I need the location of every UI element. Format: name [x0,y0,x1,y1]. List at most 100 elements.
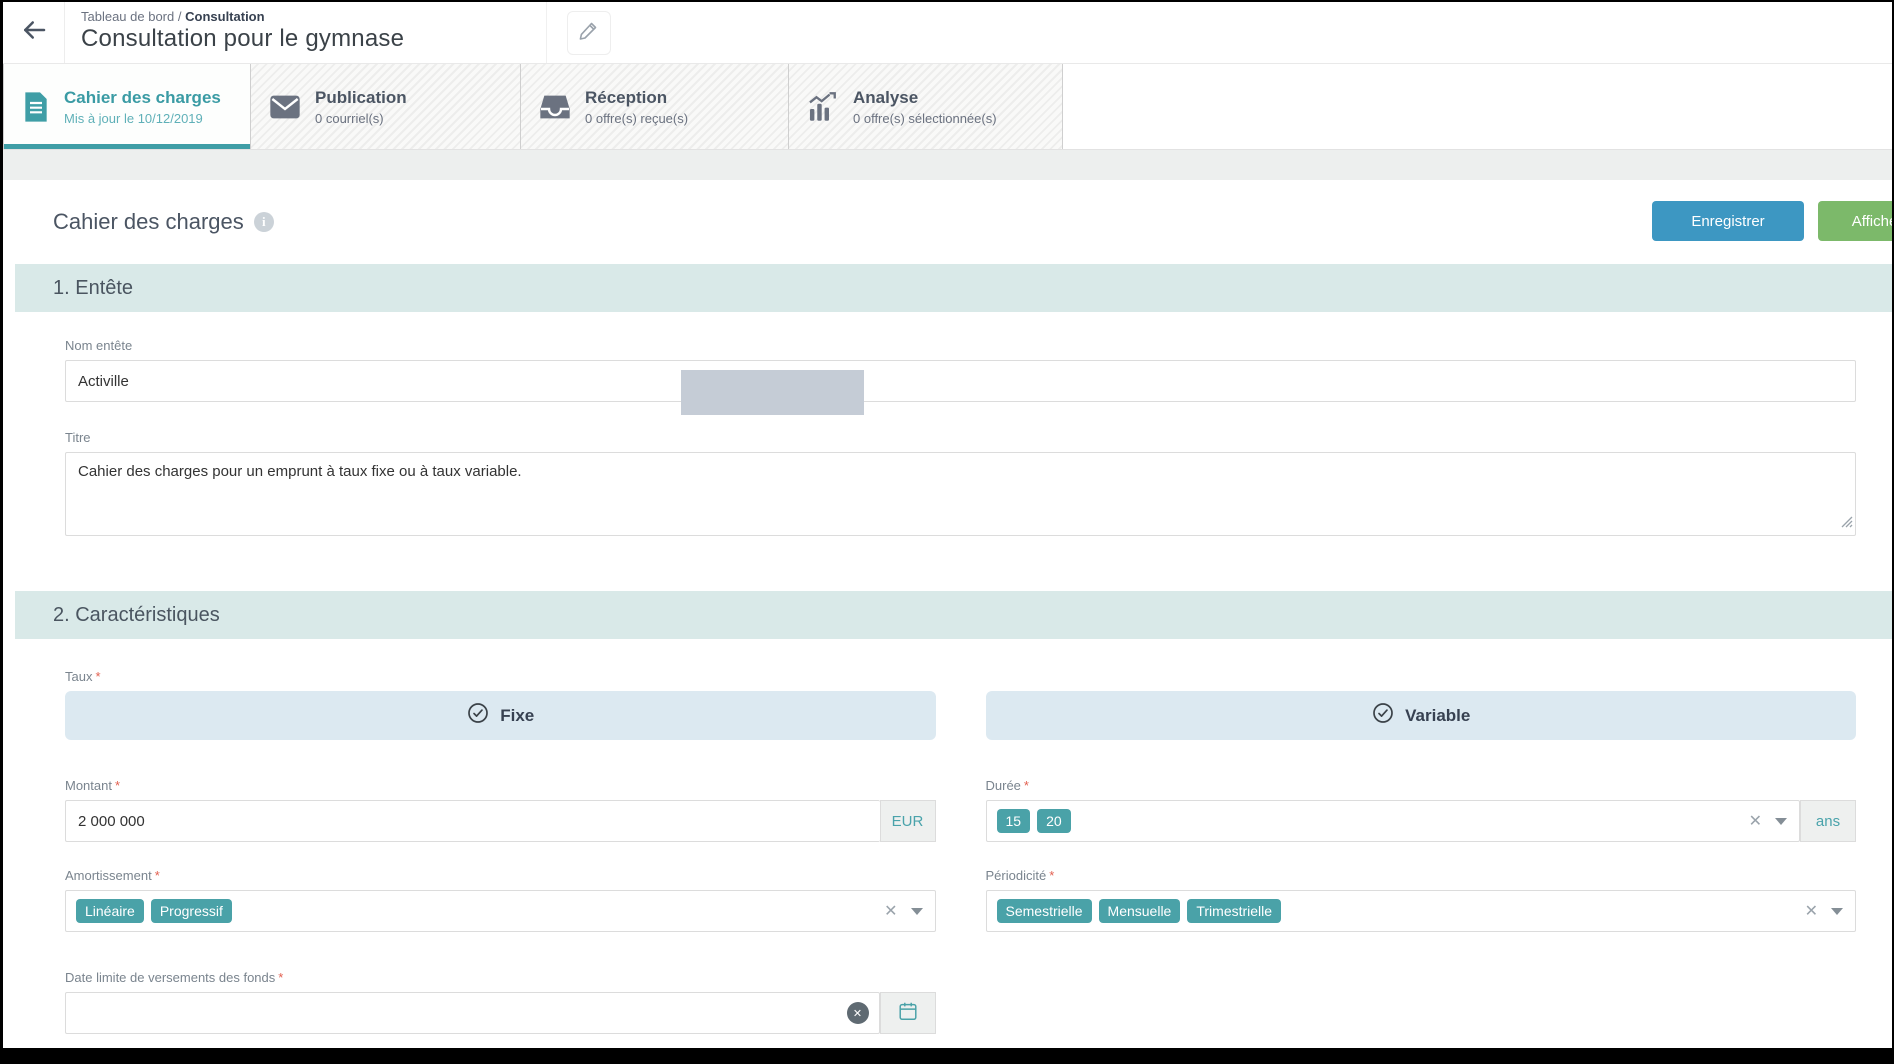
section-caracteristiques-fields: Taux* Fixe [15,669,1892,1034]
taux-options: Fixe Variable [65,691,1856,740]
tab-cahier-des-charges[interactable]: Cahier des charges Mis à jour le 10/12/2… [3,64,251,149]
tab-reception[interactable]: Réception 0 offre(s) reçue(s) [521,64,789,149]
breadcrumb: Tableau de bord / Consultation [81,9,546,24]
required-mark: * [155,868,160,883]
cahier-des-charges-panel: Cahier des charges i Enregistrer Affiche… [15,180,1892,1048]
back-button[interactable] [3,2,65,63]
nom-entete-field: Nom entête [65,338,1856,402]
required-mark: * [278,970,283,985]
date-limite-input[interactable]: ✕ [65,992,880,1034]
duree-tag[interactable]: 15 [997,809,1031,833]
required-mark: * [115,778,120,793]
tab-label: Réception [585,87,688,108]
panel-title: Cahier des charges [53,209,244,235]
breadcrumb-consultation[interactable]: Consultation [185,9,264,24]
clear-icon[interactable]: ✕ [1745,811,1766,831]
page-header: Tableau de bord / Consultation Consultat… [3,2,1892,64]
periodicite-multiselect[interactable]: Semestrielle Mensuelle Trimestrielle ✕ [986,890,1857,932]
amortissement-periodicite-row: Amortissement* Linéaire Progressif ✕ Pér… [65,868,1856,932]
section-entete-title: 1. Entête [53,277,133,300]
clear-icon[interactable]: ✕ [880,901,901,921]
periodicite-tag[interactable]: Mensuelle [1099,899,1181,923]
duree-field: Durée* 15 20 ✕ ans [986,778,1857,842]
screenshot-frame: Tableau de bord / Consultation Consultat… [0,0,1894,1064]
duree-label-text: Durée [986,778,1021,793]
tab-label: Analyse [853,87,997,108]
tab-subtitle: 0 courriel(s) [315,111,407,126]
duree-input-group: 15 20 ✕ ans [986,800,1857,842]
breadcrumb-separator: / [178,9,182,24]
chevron-down-icon[interactable] [1831,908,1843,915]
amortissement-field: Amortissement* Linéaire Progressif ✕ [65,868,936,932]
periodicite-tag[interactable]: Semestrielle [997,899,1092,923]
taux-variable-label: Variable [1405,706,1470,726]
tab-analyse[interactable]: Analyse 0 offre(s) sélectionnée(s) [789,64,1063,149]
tab-bar: Cahier des charges Mis à jour le 10/12/2… [3,64,1892,150]
show-button[interactable]: Afficher [1818,201,1892,241]
taux-option-fixe[interactable]: Fixe [65,691,936,740]
taux-option-variable[interactable]: Variable [986,691,1857,740]
envelope-icon [269,94,301,120]
breadcrumb-dashboard[interactable]: Tableau de bord [81,9,174,24]
panel-actions: Enregistrer Afficher [1652,201,1892,241]
pencil-icon [577,18,601,47]
tab-label: Cahier des charges [64,87,221,108]
clear-circle-icon[interactable]: ✕ [847,1002,869,1024]
taux-fixe-label: Fixe [500,706,534,726]
duree-tag[interactable]: 20 [1037,809,1071,833]
date-limite-label-text: Date limite de versements des fonds [65,970,275,985]
resize-handle-icon[interactable] [1841,515,1853,533]
date-input-group: ✕ [65,992,936,1034]
tab-text: Réception 0 offre(s) reçue(s) [585,87,688,125]
amortissement-tag[interactable]: Progressif [151,899,232,923]
tab-text: Cahier des charges Mis à jour le 10/12/2… [64,87,221,125]
taux-field: Taux* Fixe [65,669,1856,740]
amortissement-tag[interactable]: Linéaire [76,899,144,923]
tab-publication[interactable]: Publication 0 courriel(s) [251,64,521,149]
periodicite-tag[interactable]: Trimestrielle [1187,899,1281,923]
tab-subtitle: Mis à jour le 10/12/2019 [64,111,221,126]
duree-unit: ans [1800,800,1856,842]
taux-label-text: Taux [65,669,92,684]
info-icon[interactable]: i [254,212,274,232]
duree-multiselect[interactable]: 15 20 ✕ [986,800,1801,842]
montant-label: Montant* [65,778,936,793]
section-entete-header: 1. Entête [15,264,1892,312]
montant-field: Montant* EUR [65,778,936,842]
section-caracteristiques-title: 2. Caractéristiques [53,604,220,627]
check-circle-icon [1371,701,1395,730]
date-picker-button[interactable] [880,992,936,1034]
amortissement-label: Amortissement* [65,868,936,883]
required-mark: * [1024,778,1029,793]
amortissement-label-text: Amortissement [65,868,152,883]
duree-label: Durée* [986,778,1857,793]
content-spacer [3,150,1892,180]
edit-title-button[interactable] [567,11,611,55]
panel-header: Cahier des charges i Enregistrer Affiche… [15,198,1892,246]
section-entete-fields: Nom entête Titre Cahier des charges pour… [15,338,1892,541]
taux-label: Taux* [65,669,1856,684]
required-mark: * [1049,868,1054,883]
nom-entete-input[interactable] [65,360,1856,402]
page-title: Consultation pour le gymnase [81,25,546,53]
clear-icon[interactable]: ✕ [1801,901,1822,921]
montant-input-group: EUR [65,800,936,842]
tab-subtitle: 0 offre(s) sélectionnée(s) [853,111,997,126]
date-limite-field: Date limite de versements des fonds* ✕ [65,970,936,1034]
montant-input[interactable] [65,800,880,842]
montant-unit: EUR [880,800,936,842]
titre-field: Titre Cahier des charges pour un emprunt… [65,430,1856,541]
chevron-down-icon[interactable] [911,908,923,915]
back-arrow-icon [19,15,49,50]
empty-cell [986,970,1857,1034]
periodicite-label-text: Périodicité [986,868,1047,883]
bar-chart-icon [807,92,839,122]
titre-textarea[interactable]: Cahier des charges pour un emprunt à tau… [65,452,1856,536]
chevron-down-icon[interactable] [1775,818,1787,825]
montant-label-text: Montant [65,778,112,793]
app-window: Tableau de bord / Consultation Consultat… [3,2,1892,1048]
save-button[interactable]: Enregistrer [1652,201,1804,241]
amortissement-multiselect[interactable]: Linéaire Progressif ✕ [65,890,936,932]
tab-text: Analyse 0 offre(s) sélectionnée(s) [853,87,997,125]
title-block: Tableau de bord / Consultation Consultat… [65,2,547,63]
